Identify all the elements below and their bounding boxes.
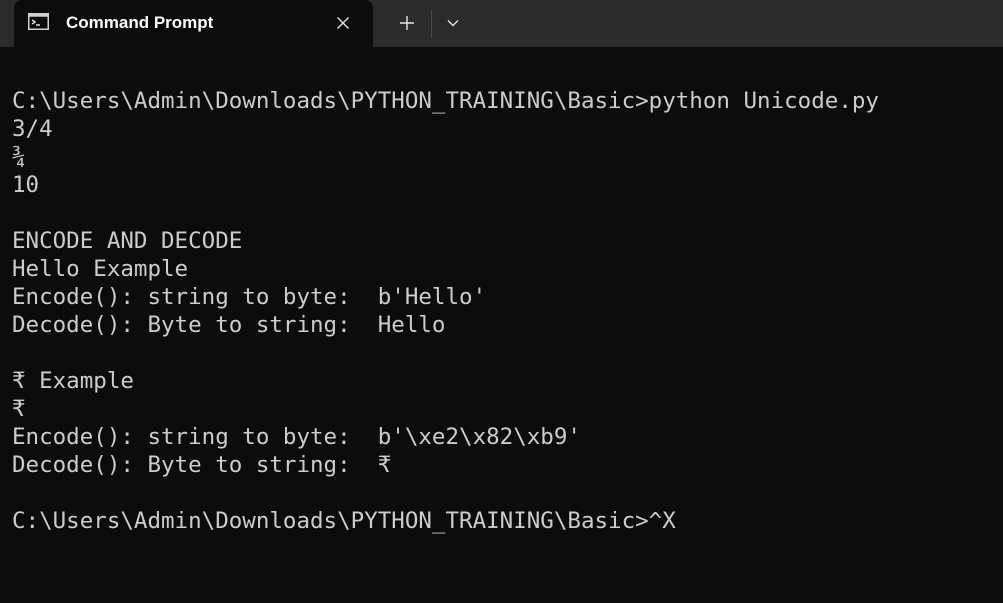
terminal-line: ₹ Example	[12, 368, 134, 394]
terminal-line: ENCODE AND DECODE	[12, 228, 243, 254]
tab-dropdown-button[interactable]	[437, 9, 469, 37]
command-prompt-icon	[28, 13, 49, 30]
terminal-line: Encode(): string to byte: b'\xe2\x82\xb9…	[12, 424, 581, 450]
terminal-line: Decode(): Byte to string: ₹	[12, 452, 392, 478]
terminal-window: Command Prompt C:\Users\Admin\Downloads\…	[0, 0, 1003, 603]
chevron-down-icon	[447, 20, 459, 27]
terminal-line: 3/4	[12, 116, 53, 142]
tab-divider	[431, 10, 432, 38]
terminal-line: ¾	[12, 144, 26, 170]
terminal-output[interactable]: C:\Users\Admin\Downloads\PYTHON_TRAINING…	[12, 87, 1003, 535]
tab-title: Command Prompt	[66, 13, 214, 32]
new-tab-button[interactable]	[390, 9, 424, 37]
terminal-line: Decode(): Byte to string: Hello	[12, 312, 446, 338]
terminal-line: Encode(): string to byte: b'Hello'	[12, 284, 487, 310]
terminal-line: 10	[12, 172, 40, 198]
terminal-line: Hello Example	[12, 256, 189, 282]
close-icon	[337, 17, 349, 29]
terminal-line: ₹	[12, 396, 26, 422]
tab-command-prompt[interactable]: Command Prompt	[14, 0, 373, 47]
terminal-line: C:\Users\Admin\Downloads\PYTHON_TRAINING…	[12, 88, 879, 114]
plus-icon	[400, 16, 414, 30]
terminal-line: C:\Users\Admin\Downloads\PYTHON_TRAINING…	[12, 508, 676, 534]
title-bar: Command Prompt	[0, 0, 1003, 47]
close-tab-button[interactable]	[332, 12, 354, 34]
